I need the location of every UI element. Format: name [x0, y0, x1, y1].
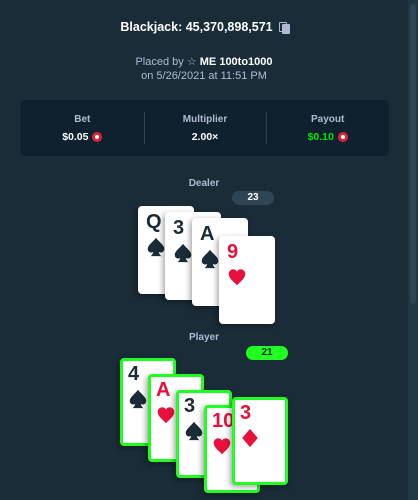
dealer-label: Dealer: [188, 178, 220, 189]
player-card-5: 3: [232, 397, 288, 485]
currency-coin-icon: [337, 131, 348, 142]
player-label: Player: [188, 332, 220, 343]
multiplier-stat: Multiplier 2.00×: [143, 100, 267, 156]
payout-label: Payout: [311, 113, 345, 125]
spade-suit-icon: [201, 249, 219, 269]
player-score-badge: 21: [246, 346, 288, 360]
placed-date: on 5/26/2021 at 11:51 PM: [141, 70, 267, 82]
heart-suit-icon: [213, 438, 231, 455]
multiplier-label: Multiplier: [182, 113, 228, 125]
card-rank: 3: [173, 217, 185, 239]
card-rank: Q: [146, 211, 162, 233]
dealer-score-badge: 23: [232, 191, 274, 205]
bet-details-modal: Blackjack: 45,370,898,571 Placed by ☆ ME…: [0, 0, 418, 500]
spade-suit-icon: [147, 237, 165, 257]
bet-stats-panel: Bet $0.05 Multiplier 2.00× Payout $0.10: [21, 100, 389, 156]
card-rank: 3: [240, 402, 252, 424]
multiplier-value: 2.00×: [191, 130, 219, 143]
payout-value: $0.10: [307, 130, 334, 143]
bet-value: $0.05: [62, 130, 89, 143]
card-rank: 9: [227, 241, 239, 263]
payout-amount: $0.10: [308, 131, 348, 143]
bet-title: Blackjack: 45,370,898,571: [120, 20, 273, 34]
vip-star-icon: ☆: [186, 56, 197, 68]
dealer-card-4: 9: [219, 236, 275, 324]
heart-suit-icon: [228, 269, 246, 286]
diamond-suit-icon: [242, 428, 258, 448]
copy-icon[interactable]: [278, 22, 290, 34]
card-rank: 4: [128, 363, 140, 385]
bet-stat: Bet $0.05: [21, 100, 144, 156]
spade-suit-icon: [185, 421, 203, 441]
placed-by-label: Placed by: [135, 56, 184, 68]
user-name-link[interactable]: ME 100to1000: [200, 56, 273, 68]
bet-title-row: Blackjack: 45,370,898,571: [0, 20, 408, 34]
scrollbar[interactable]: [408, 0, 418, 500]
spade-suit-icon: [174, 243, 192, 263]
card-rank: A: [156, 379, 171, 401]
payout-stat: Payout $0.10: [266, 100, 389, 156]
card-rank: 10: [212, 410, 235, 432]
card-rank: 3: [184, 395, 196, 417]
heart-suit-icon: [157, 407, 175, 424]
card-rank: A: [200, 223, 215, 245]
currency-coin-icon: [92, 131, 103, 142]
bet-amount: $0.05: [62, 130, 103, 143]
bet-label: Bet: [74, 113, 91, 125]
placed-info: Placed by ☆ ME 100to1000 on 5/26/2021 at…: [0, 55, 408, 83]
spade-suit-icon: [129, 389, 147, 409]
scrollbar-thumb[interactable]: [410, 4, 416, 304]
